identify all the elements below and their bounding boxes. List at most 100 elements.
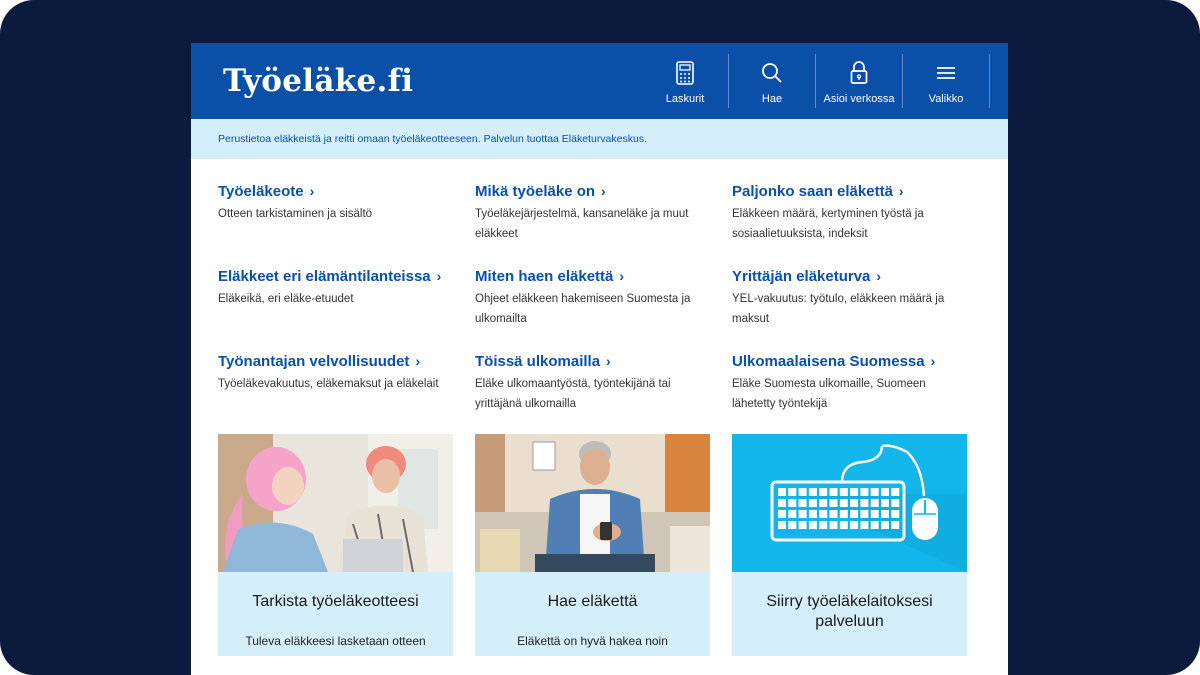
info-text: Perustietoa eläkkeistä ja reitti omaan t… [218,133,647,145]
card-title: Hae eläkettä [547,593,638,610]
keyboard-key [870,521,879,529]
topic-link: Mikä työeläke on › Työeläkejärjestelmä, k… [475,183,715,244]
topic-link: Töissä ulkomailla › Eläke ulkomaantyöstä,… [475,353,715,414]
topic-title: Ulkomaalaisena Suomessa [732,353,925,370]
keyboard-key [808,499,817,507]
card-apply-pension[interactable]: Hae eläkettä Eläkettä on hyvä hakea noin [475,434,710,656]
keyboard-key [798,488,807,496]
keyboard-key [829,521,838,529]
menu-icon [936,58,956,88]
topic-link: Työnantajan velvollisuudet › Työeläkevaku… [218,353,458,394]
nav-search[interactable]: Hae [729,54,816,108]
keyboard-key [850,488,859,496]
keyboard-key [870,510,879,518]
nav-menu[interactable]: Valikko [903,54,990,108]
card-subtitle: Eläkettä on hyvä hakea noin [517,634,668,648]
topic-desc: Eläke ulkomaantyöstä, työntekijänä tai y… [475,378,671,410]
topic-title: Mikä työeläke on [475,183,596,200]
site-header: Työeläke.fi Laskurit Hae Asioi verkossa … [191,43,1008,119]
site-logo[interactable]: Työeläke.fi [223,63,413,99]
photo-man-phone-sofa [475,434,710,572]
topic-desc: Eläkeikä, eri eläke-etuudet [218,293,354,305]
keyboard-key [788,488,797,496]
keyboard-key [891,521,900,529]
chevron-right-icon: › [876,268,882,284]
keyboard-key [870,488,879,496]
topic-title-link[interactable]: Miten haen eläkettä › [475,268,715,285]
keyboard-key [808,510,817,518]
keyboard-key [829,488,838,496]
card-pension-statement[interactable]: Tarkista työeläkeotteesi Tuleva eläkkees… [218,434,453,656]
header-nav: Laskurit Hae Asioi verkossa Valikko [642,54,990,108]
keyboard-key [850,510,859,518]
keyboard-key [798,521,807,529]
keyboard-key [778,521,786,529]
topic-title-link[interactable]: Eläkkeet eri elämäntilanteissa › [218,268,458,285]
chevron-right-icon: › [898,183,904,199]
topic-title-link[interactable]: Työnantajan velvollisuudet › [218,353,458,370]
topic-link: Yrittäjän eläketurva › YEL-vakuutus: työt… [732,268,972,329]
screenshot-frame: Työeläke.fi Laskurit Hae Asioi verkossa … [0,0,1200,675]
keyboard-key [839,510,848,518]
keyboard-key [860,488,869,496]
nav-label: Valikko [928,93,964,105]
nav-login[interactable]: Asioi verkossa [816,54,903,108]
keyboard-key [839,488,848,496]
topic-link: Paljonko saan eläkettä › Eläkkeen määrä, … [732,183,972,244]
chevron-right-icon: › [606,353,611,369]
keyboard-key [778,488,786,496]
topic-link: Eläkkeet eri elämäntilanteissa › Eläkeikä… [218,268,458,309]
keyboard-key [891,488,900,496]
topic-title-link[interactable]: Työeläkeote › [218,183,458,200]
keyboard-key [819,499,828,507]
topic-title: Yrittäjän eläketurva [732,268,871,285]
topic-desc: Työeläkejärjestelmä, kansaneläke ja muut… [475,208,689,240]
keyboard-key [829,499,838,507]
topic-desc: Työeläkevakuutus, eläkemaksut ja eläkela… [218,378,439,390]
topic-title-link[interactable]: Ulkomaalaisena Suomessa › [732,353,972,370]
keyboard-key [891,499,900,507]
nav-label: Hae [761,93,783,105]
keyboard-key [881,499,889,507]
keyboard-key [819,521,828,529]
topic-desc: Otteen tarkistaminen ja sisältö [218,208,373,220]
topic-title-link[interactable]: Töissä ulkomailla › [475,353,715,370]
topic-title-link[interactable]: Mikä työeläke on › [475,183,715,200]
info-bar: Perustietoa eläkkeistä ja reitti omaan t… [191,119,1008,159]
keyboard-key [798,499,807,507]
card-pension-provider[interactable]: Siirry työeläkelaitoksesi palveluun [732,434,967,656]
search-icon [761,58,783,88]
chevron-right-icon: › [619,268,625,284]
chevron-right-icon: › [930,353,936,369]
chevron-right-icon: › [309,183,315,199]
chevron-right-icon: › [415,353,421,369]
keyboard-key [881,488,889,496]
topic-link: Miten haen eläkettä › Ohjeet eläkkeen hak… [475,268,715,329]
keyboard-key [881,521,889,529]
keyboard-key [850,521,859,529]
topic-desc: YEL-vakuutus: työtulo, eläkkeen määrä ja… [732,293,945,325]
keyboard-key [819,510,828,518]
topic-link: Ulkomaalaisena Suomessa › Eläke Suomesta … [732,353,972,414]
keyboard-key [860,499,869,507]
topic-title: Eläkkeet eri elämäntilanteissa [218,268,431,285]
topic-title-link[interactable]: Yrittäjän eläketurva › [732,268,972,285]
keyboard-key [798,510,807,518]
calculator-icon [676,58,694,88]
chevron-right-icon: › [436,268,442,284]
keyboard-key [870,499,879,507]
topic-link: Työeläkeote › Otteen tarkistaminen ja sis… [218,183,458,224]
card-title: Tarkista työeläkeotteesi [252,593,419,610]
topic-title: Työeläkeote [218,183,304,200]
keyboard-key [788,510,797,518]
photo-two-women-laptop [218,434,453,574]
keyboard-mouse-illustration [732,434,967,572]
topic-title-link[interactable]: Paljonko saan eläkettä › [732,183,972,200]
nav-calculators[interactable]: Laskurit [642,54,729,108]
topic-title: Paljonko saan eläkettä [732,183,893,200]
chevron-right-icon: › [601,183,606,199]
keyboard-key [778,510,786,518]
web-page: Työeläke.fi Laskurit Hae Asioi verkossa … [191,43,1008,675]
keyboard-key [829,510,838,518]
keyboard-key [808,488,817,496]
